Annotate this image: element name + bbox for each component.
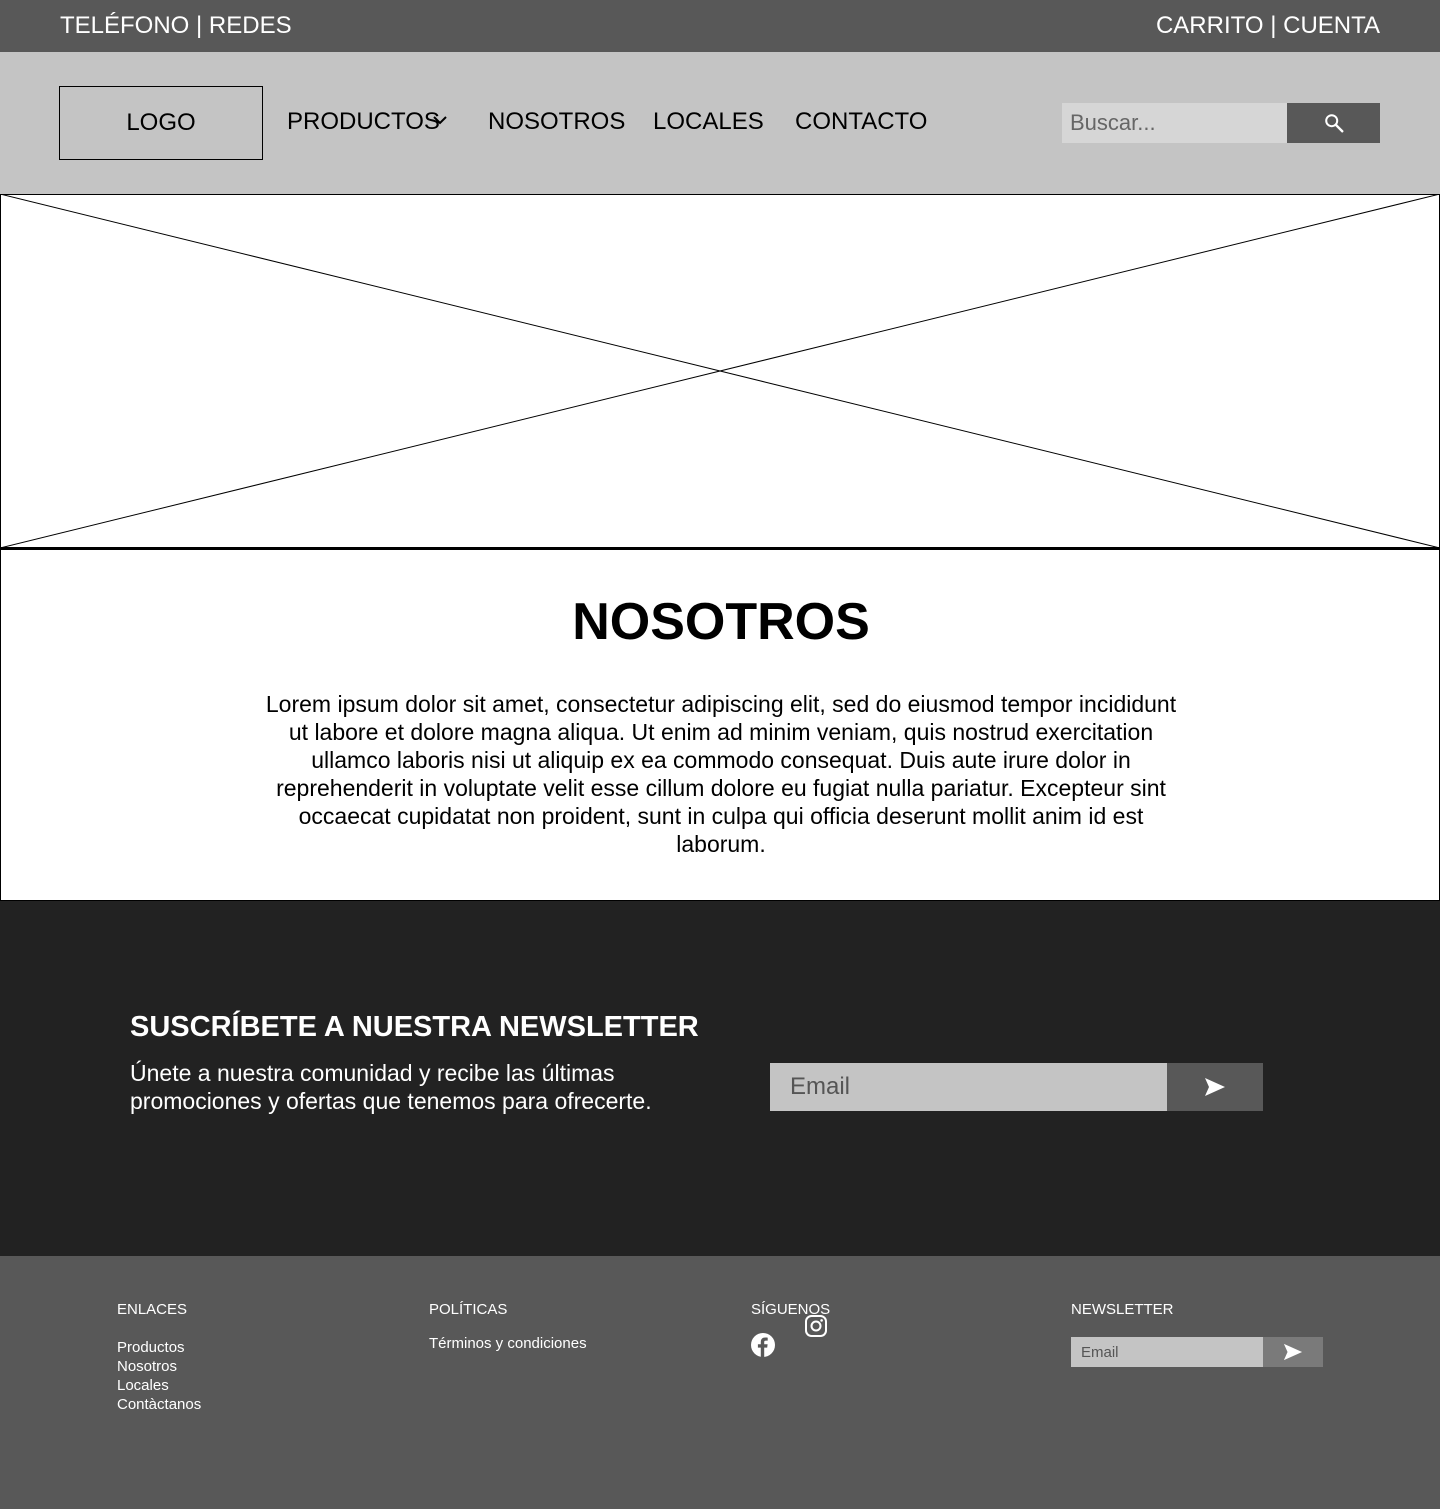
footer: ENLACES Productos Nosotros Locales Contà… <box>0 1256 1440 1509</box>
newsletter-submit-button[interactable] <box>1167 1063 1263 1111</box>
nav-productos-label: PRODUCTOS <box>287 108 440 135</box>
about-title: NOSOTROS <box>572 593 870 651</box>
nav-item-contacto[interactable]: CONTACTO <box>795 108 927 136</box>
logo-label: LOGO <box>126 109 196 136</box>
newsletter-description: Únete a nuestra comunidad y recibe las ú… <box>130 1060 652 1114</box>
nav-item-locales[interactable]: LOCALES <box>653 108 764 136</box>
topbar-contact-links[interactable]: TELÉFONO | REDES <box>60 12 292 40</box>
footer-policies-list: Términos y condiciones <box>429 1334 587 1353</box>
search-button[interactable] <box>1287 103 1380 143</box>
topbar-account-links[interactable]: CARRITO | CUENTA <box>1156 12 1380 40</box>
newsletter-section: SUSCRÍBETE A NUESTRA NEWSLETTER Únete a … <box>0 901 1440 1256</box>
instagram-icon[interactable] <box>804 1314 828 1338</box>
footer-enlaces-heading: ENLACES <box>117 1301 188 1318</box>
nav-nosotros-label: NOSOTROS <box>488 108 626 135</box>
facebook-icon[interactable] <box>751 1333 775 1357</box>
footer-link-nosotros[interactable]: Nosotros <box>117 1357 201 1376</box>
newsletter-title: SUSCRÍBETE A NUESTRA NEWSLETTER <box>130 1011 699 1043</box>
logo[interactable]: LOGO <box>59 86 263 160</box>
footer-newsletter-heading: NEWSLETTER <box>1071 1301 1174 1318</box>
nav-item-productos[interactable]: PRODUCTOS <box>287 108 447 136</box>
nav-contacto-label: CONTACTO <box>795 108 928 135</box>
image-placeholder-icon <box>0 194 1440 548</box>
footer-link-contactanos[interactable]: Contàctanos <box>117 1395 201 1414</box>
about-description: Lorem ipsum dolor sit amet, consectetur … <box>265 691 1177 857</box>
hero-image-placeholder <box>0 194 1440 548</box>
footer-email-input[interactable] <box>1071 1337 1263 1367</box>
chevron-down-icon <box>433 116 447 125</box>
footer-link-locales[interactable]: Locales <box>117 1376 201 1395</box>
footer-links-list: Productos Nosotros Locales Contàctanos <box>117 1338 201 1414</box>
search-input[interactable] <box>1062 103 1287 143</box>
send-icon <box>1283 1343 1303 1361</box>
about-section: NOSOTROS Lorem ipsum dolor sit amet, con… <box>0 548 1440 901</box>
footer-link-productos[interactable]: Productos <box>117 1338 201 1357</box>
top-bar: TELÉFONO | REDES CARRITO | CUENTA <box>0 0 1440 52</box>
footer-politicas-heading: POLÍTICAS <box>429 1301 508 1318</box>
main-header: LOGO PRODUCTOS NOSOTROS LOCALES CONTACTO <box>0 52 1440 194</box>
footer-link-terminos[interactable]: Términos y condiciones <box>429 1334 587 1353</box>
nav-locales-label: LOCALES <box>653 108 764 135</box>
footer-policies-column: POLÍTICAS Términos y condiciones <box>429 1301 587 1353</box>
nav-item-nosotros[interactable]: NOSOTROS <box>488 108 625 136</box>
footer-newsletter-column: NEWSLETTER <box>1071 1301 1323 1367</box>
footer-links-column: ENLACES Productos Nosotros Locales Contà… <box>117 1301 201 1414</box>
footer-newsletter-submit-button[interactable] <box>1263 1337 1323 1367</box>
newsletter-email-input[interactable] <box>770 1063 1167 1111</box>
footer-social-column: SÍGUENOS <box>751 1301 830 1357</box>
search-icon <box>1324 114 1343 133</box>
send-icon <box>1205 1078 1225 1096</box>
